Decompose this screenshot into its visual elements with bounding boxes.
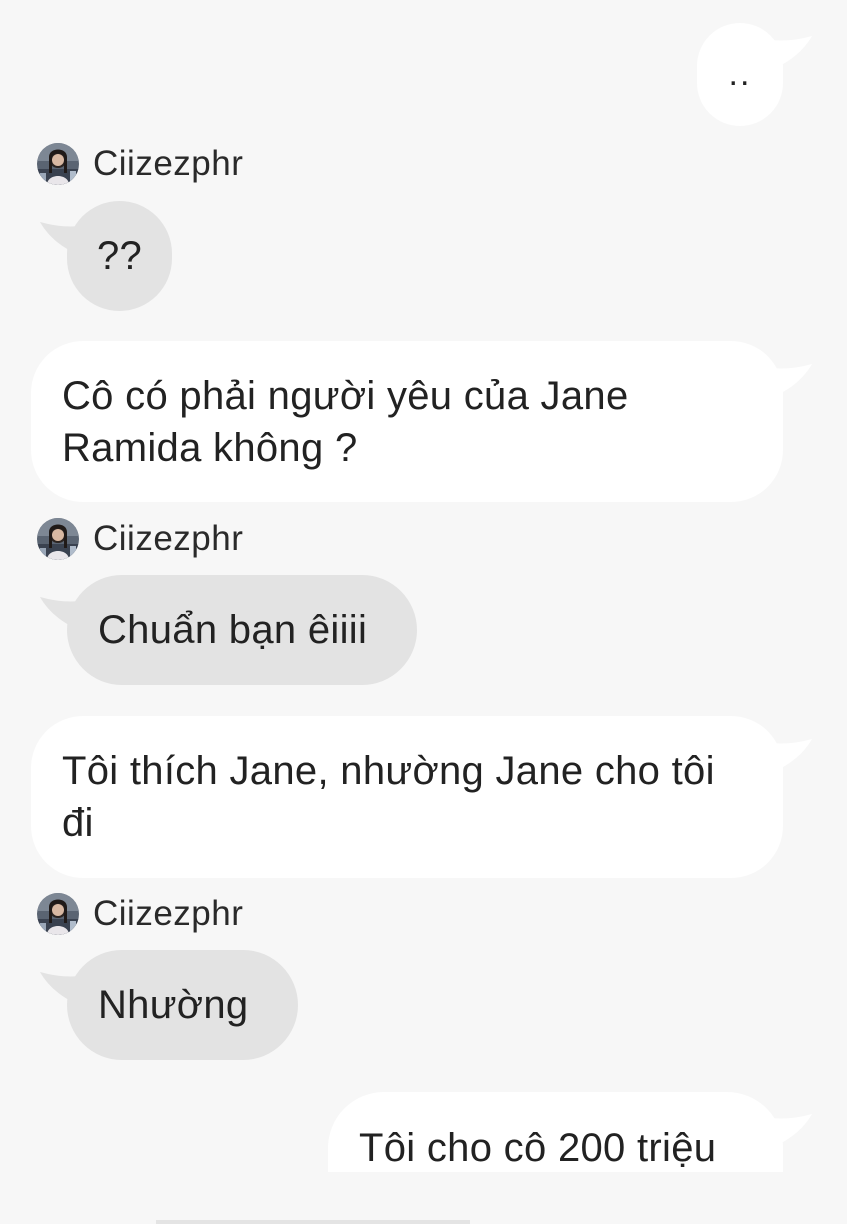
message-text: Tôi thích Jane, nhường Jane cho tôi đi (62, 749, 715, 845)
outgoing-message[interactable]: Tôi thích Jane, nhường Jane cho tôi đi (31, 716, 783, 878)
message-text: Tôi cho cô 200 triệu (359, 1126, 717, 1170)
outgoing-message[interactable]: Cô có phải người yêu của Jane Ramida khô… (31, 341, 783, 502)
incoming-message[interactable]: Nhường (67, 950, 298, 1060)
outgoing-message[interactable]: .. (697, 23, 783, 126)
message-text: Cô có phải người yêu của Jane Ramida khô… (62, 374, 629, 470)
sender-name: Ciizezphr (93, 144, 244, 183)
incoming-message[interactable]: ?? (67, 201, 172, 311)
outgoing-message[interactable]: Tôi cho cô 200 triệu (328, 1092, 783, 1172)
sender-header: Ciizezphr (37, 892, 243, 936)
message-text: ?? (96, 234, 143, 278)
message-text: Chuẩn bạn êiiii (98, 608, 368, 652)
sender-name: Ciizezphr (93, 519, 244, 558)
incoming-message[interactable]: Chuẩn bạn êiiii (67, 575, 417, 685)
sender-header: Ciizezphr (37, 142, 243, 186)
sender-avatar-icon[interactable] (37, 143, 79, 185)
chat-thread[interactable]: .. Ciizezphr ?? Cô có phải người yêu của… (0, 0, 847, 1224)
sender-avatar-icon[interactable] (37, 893, 79, 935)
message-text: .. (728, 55, 752, 93)
sender-name: Ciizezphr (93, 894, 244, 933)
home-indicator-line (156, 1220, 470, 1224)
sender-avatar-icon[interactable] (37, 518, 79, 560)
sender-header: Ciizezphr (37, 517, 243, 561)
message-text: Nhường (98, 983, 249, 1027)
